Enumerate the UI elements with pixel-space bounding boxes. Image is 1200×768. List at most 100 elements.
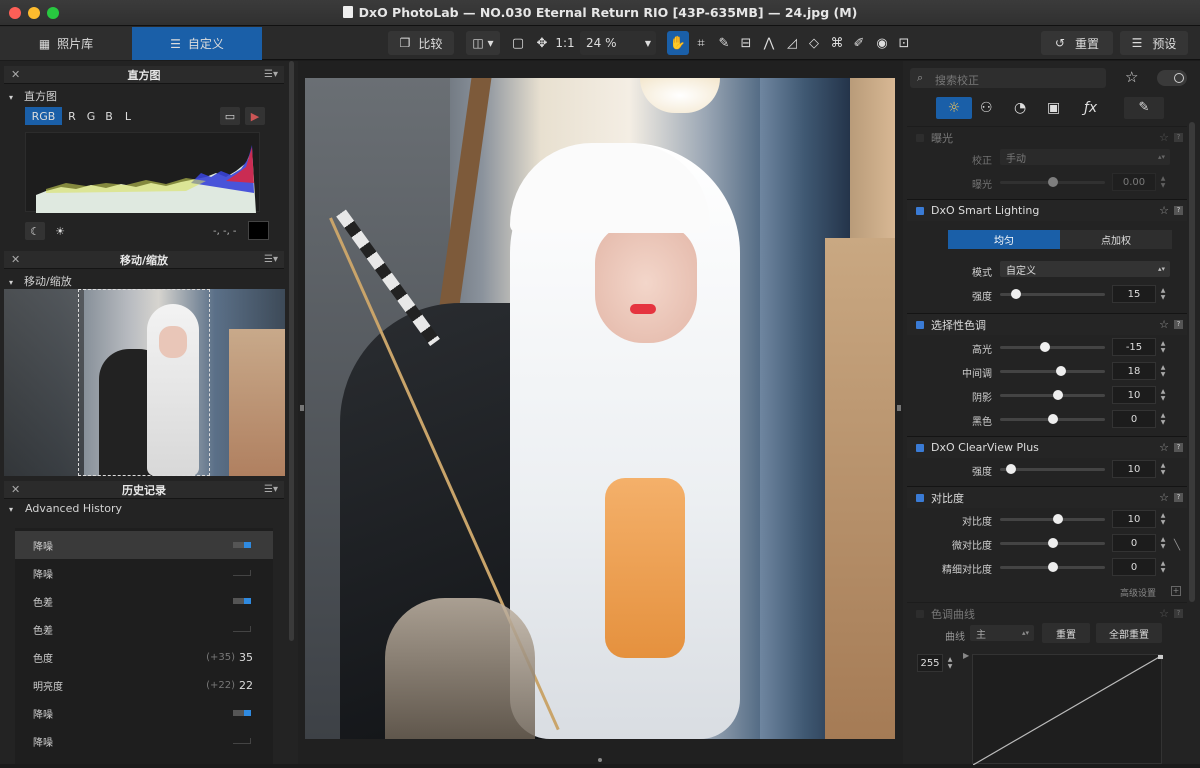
toggle-icon[interactable] bbox=[233, 570, 251, 576]
channel-g-button[interactable]: G bbox=[84, 107, 98, 125]
history-item[interactable]: 色度 (+35) 35 bbox=[15, 643, 273, 671]
channel-b-button[interactable]: B bbox=[102, 107, 116, 125]
detail-tab-icon[interactable]: ◔ bbox=[1014, 97, 1034, 119]
contrast-slider[interactable] bbox=[1000, 538, 1105, 548]
tone-value[interactable]: -15 bbox=[1112, 338, 1156, 356]
help-icon[interactable]: ? bbox=[1174, 609, 1183, 618]
smart-lighting-strength-value[interactable]: 15 bbox=[1112, 285, 1156, 303]
toggle-icon[interactable] bbox=[233, 598, 251, 604]
reset-button[interactable]: ↺ 重置 bbox=[1041, 31, 1113, 55]
channel-rgb-button[interactable]: RGB bbox=[25, 107, 62, 125]
help-icon[interactable]: ? bbox=[1174, 443, 1183, 452]
tab-customize[interactable]: ☰ 自定义 bbox=[132, 27, 262, 60]
zoom-select[interactable]: 24 % ▼ bbox=[580, 31, 656, 55]
close-icon[interactable]: ✕ bbox=[11, 483, 20, 496]
pen-icon[interactable]: ╲ bbox=[1174, 540, 1180, 551]
panel-menu-icon[interactable]: ☰▾ bbox=[264, 484, 278, 495]
exposure-section-header[interactable]: 曝光 ☆? bbox=[907, 126, 1187, 148]
bottom-collapse-handle[interactable] bbox=[598, 758, 602, 762]
curve-output-value[interactable]: 255 bbox=[917, 654, 943, 672]
tone-value[interactable]: 10 bbox=[1112, 386, 1156, 404]
toggle-icon[interactable] bbox=[233, 710, 251, 716]
channel-l-button[interactable]: L bbox=[121, 107, 135, 125]
exposure-value[interactable]: 0.00 bbox=[1112, 173, 1156, 191]
stepper-icon[interactable]: ▲ ▼ bbox=[1159, 340, 1167, 354]
correction-dropdown[interactable]: 手动 ▴▾ bbox=[1000, 149, 1170, 165]
channel-r-button[interactable]: R bbox=[65, 107, 79, 125]
stepper-icon[interactable]: ▲ ▼ bbox=[1159, 287, 1167, 301]
light-tab-icon[interactable]: ☼ bbox=[936, 97, 972, 119]
histogram-section[interactable]: ▾ 直方图 bbox=[9, 88, 57, 104]
tone-curve-section-header[interactable]: 色调曲线 ☆? bbox=[907, 602, 1187, 624]
mode-spot-button[interactable]: 点加权 bbox=[1060, 230, 1172, 249]
smart-lighting-strength-slider[interactable] bbox=[1000, 289, 1105, 299]
tone-slider[interactable] bbox=[1000, 342, 1105, 352]
move-icon[interactable]: ✥ bbox=[531, 31, 553, 55]
selective-tone-section-header[interactable]: 选择性色调 ☆? bbox=[907, 313, 1187, 335]
presets-button[interactable]: ☰ 预设 bbox=[1120, 31, 1188, 55]
white-balance-picker-icon[interactable]: ✎ bbox=[713, 31, 735, 55]
enable-checkbox[interactable] bbox=[916, 493, 924, 502]
slider-knob[interactable] bbox=[1010, 289, 1021, 299]
exposure-slider[interactable] bbox=[1000, 177, 1105, 187]
perspective-rect-icon[interactable]: ◿ bbox=[781, 31, 803, 55]
crop-icon[interactable]: ⌗ bbox=[690, 31, 712, 55]
star-icon[interactable]: ☆ bbox=[1159, 131, 1169, 144]
navigator-viewport-frame[interactable] bbox=[78, 289, 210, 476]
navigator-thumbnail[interactable] bbox=[4, 289, 285, 476]
tab-library[interactable]: ▦ 照片库 bbox=[0, 27, 132, 60]
history-item[interactable]: 降噪 bbox=[15, 559, 273, 587]
enable-checkbox[interactable] bbox=[916, 320, 924, 329]
star-icon[interactable]: ☆ bbox=[1159, 204, 1169, 217]
tone-slider[interactable] bbox=[1000, 414, 1105, 424]
toggle-icon[interactable] bbox=[233, 626, 251, 632]
stepper-icon[interactable]: ▲ ▼ bbox=[1159, 536, 1167, 550]
navigator-section[interactable]: ▾ 移动/缩放 bbox=[9, 273, 72, 289]
eye-icon[interactable]: ◉ bbox=[871, 31, 893, 55]
soft-proof-icon[interactable]: ▶ bbox=[245, 107, 265, 125]
clearview-strength-slider[interactable] bbox=[1000, 464, 1105, 474]
monitor-icon[interactable]: ▭ bbox=[220, 107, 240, 125]
slider-knob[interactable] bbox=[1047, 538, 1058, 548]
slider-knob[interactable] bbox=[1005, 464, 1016, 474]
tone-curve-graph[interactable] bbox=[972, 654, 1163, 766]
slider-knob[interactable] bbox=[1047, 414, 1058, 424]
stepper-icon[interactable]: ▲ ▼ bbox=[946, 656, 954, 670]
stepper-icon[interactable]: ▲ ▼ bbox=[1159, 560, 1167, 574]
star-icon[interactable]: ☆ bbox=[1125, 68, 1145, 88]
history-item[interactable]: 明亮度 (+22) 22 bbox=[15, 671, 273, 699]
help-icon[interactable]: ? bbox=[1174, 320, 1183, 329]
stepper-icon[interactable]: ▲ ▼ bbox=[1159, 462, 1167, 476]
one-to-one-button[interactable]: 1:1 bbox=[553, 31, 577, 55]
clearview-strength-value[interactable]: 10 bbox=[1112, 460, 1156, 478]
stepper-icon[interactable]: ▲ ▼ bbox=[1159, 512, 1167, 526]
curve-channel-dropdown[interactable]: 主 ▴▾ bbox=[970, 625, 1034, 641]
enable-checkbox[interactable] bbox=[916, 133, 924, 142]
toggle-icon[interactable] bbox=[233, 738, 251, 744]
geometry-tab-icon[interactable]: ▣ bbox=[1047, 97, 1067, 119]
advanced-settings-link[interactable]: 高级设置 bbox=[1120, 586, 1156, 599]
slider-knob[interactable] bbox=[1052, 514, 1063, 524]
stepper-icon[interactable]: ▲ ▼ bbox=[1159, 388, 1167, 402]
left-collapse-handle[interactable] bbox=[300, 405, 304, 411]
right-collapse-handle[interactable] bbox=[897, 405, 901, 411]
curve-point[interactable] bbox=[1158, 654, 1163, 659]
tone-slider[interactable] bbox=[1000, 366, 1105, 376]
history-item[interactable]: 降噪 bbox=[15, 531, 273, 559]
contrast-section-header[interactable]: 对比度 ☆? bbox=[907, 486, 1187, 508]
star-icon[interactable]: ☆ bbox=[1159, 318, 1169, 331]
clearview-section-header[interactable]: DxO ClearView Plus ☆? bbox=[907, 436, 1187, 458]
highlight-clipping-icon[interactable]: ☀ bbox=[50, 222, 70, 240]
stepper-icon[interactable]: ▲ ▼ bbox=[1159, 412, 1167, 426]
volume-deformation-icon[interactable]: ⌘ bbox=[826, 31, 848, 55]
history-item[interactable]: 色差 bbox=[15, 587, 273, 615]
curve-reset-all-button[interactable]: 全部重置 bbox=[1096, 623, 1162, 643]
close-icon[interactable]: ✕ bbox=[11, 253, 20, 266]
contrast-slider[interactable] bbox=[1000, 514, 1105, 524]
slider-knob[interactable] bbox=[1047, 562, 1058, 572]
enable-checkbox[interactable] bbox=[916, 609, 924, 618]
help-icon[interactable]: ? bbox=[1174, 133, 1183, 142]
compare-button[interactable]: ❐ 比较 bbox=[388, 31, 454, 55]
smart-lighting-section-header[interactable]: DxO Smart Lighting ☆? bbox=[907, 199, 1187, 221]
mode-uniform-button[interactable]: 均匀 bbox=[948, 230, 1060, 249]
